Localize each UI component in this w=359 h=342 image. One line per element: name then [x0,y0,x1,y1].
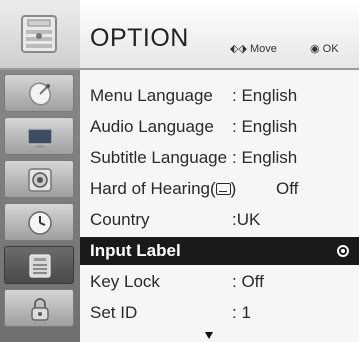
menu-item-set-id[interactable]: Set ID : 1 [80,299,359,327]
menu-item-value: :UK [232,210,261,229]
ok-button-icon: ◉ [310,43,320,55]
selected-radio-icon [337,245,349,257]
satellite-dish-icon [28,82,52,106]
subtitle-cc-icon [215,183,231,195]
move-hint: ⬖⬗ Move [230,43,277,55]
clock-icon [28,211,52,235]
sidebar-item-option[interactable] [4,246,74,284]
menu-item-label-wrap: Hard of Hearing() [90,179,237,198]
speaker-icon [28,168,52,192]
sidebar-item-channel[interactable] [4,74,74,112]
menu-item-label: Input Label [90,241,181,260]
menu-item-value: : English [232,148,298,167]
sidebar-item-audio[interactable] [4,160,74,198]
menu-item-value: : English [232,86,298,105]
category-sidebar [0,0,80,342]
menu-item-label: Audio Language [90,117,214,136]
osd-menu-window: OPTION ⬖⬗ Move ◉ OK Menu Language : Engl… [0,0,359,342]
menu-item-label: Hard of Hearing( [90,179,216,198]
menu-item-label: Key Lock [90,272,160,291]
menu-item-key-lock[interactable]: Key Lock : Off [80,268,359,296]
sidebar-item-lock[interactable] [4,289,74,327]
navigation-arrows-icon: ⬖⬗ [230,43,247,55]
menu-item-audio-language[interactable]: Audio Language : English [80,113,359,141]
sidebar-item-picture[interactable] [4,117,74,155]
menu-item-country[interactable]: Country :UK [80,206,359,234]
menu-item-menu-language[interactable]: Menu Language : English [80,82,359,110]
sidebar-item-time[interactable] [4,203,74,241]
option-panel-icon [21,15,57,53]
current-category-header [0,0,80,70]
menu-header: OPTION ⬖⬗ Move ◉ OK [80,0,359,70]
menu-item-value: : Off [232,272,264,291]
menu-item-label: Country [90,210,150,229]
option-menu-list: Menu Language : English Audio Language :… [80,70,359,342]
menu-item-hard-of-hearing[interactable]: Hard of Hearing() Off [80,175,359,203]
menu-item-value: Off [276,179,299,198]
menu-item-label: Set ID [90,303,138,322]
menu-item-label: Subtitle Language [90,148,228,167]
scroll-down-arrow-icon[interactable] [205,332,213,339]
menu-item-label: Menu Language [90,86,213,105]
menu-item-input-label[interactable]: Input Label [80,237,359,265]
menu-item-subtitle-language[interactable]: Subtitle Language : English [80,144,359,172]
lock-icon [31,298,49,321]
tv-screen-icon [27,128,53,148]
menu-item-value: : English [232,117,298,136]
option-panel-icon [29,254,51,278]
menu-item-value: : 1 [232,303,251,322]
page-title: OPTION [90,24,189,52]
ok-hint: ◉ OK [310,43,339,55]
